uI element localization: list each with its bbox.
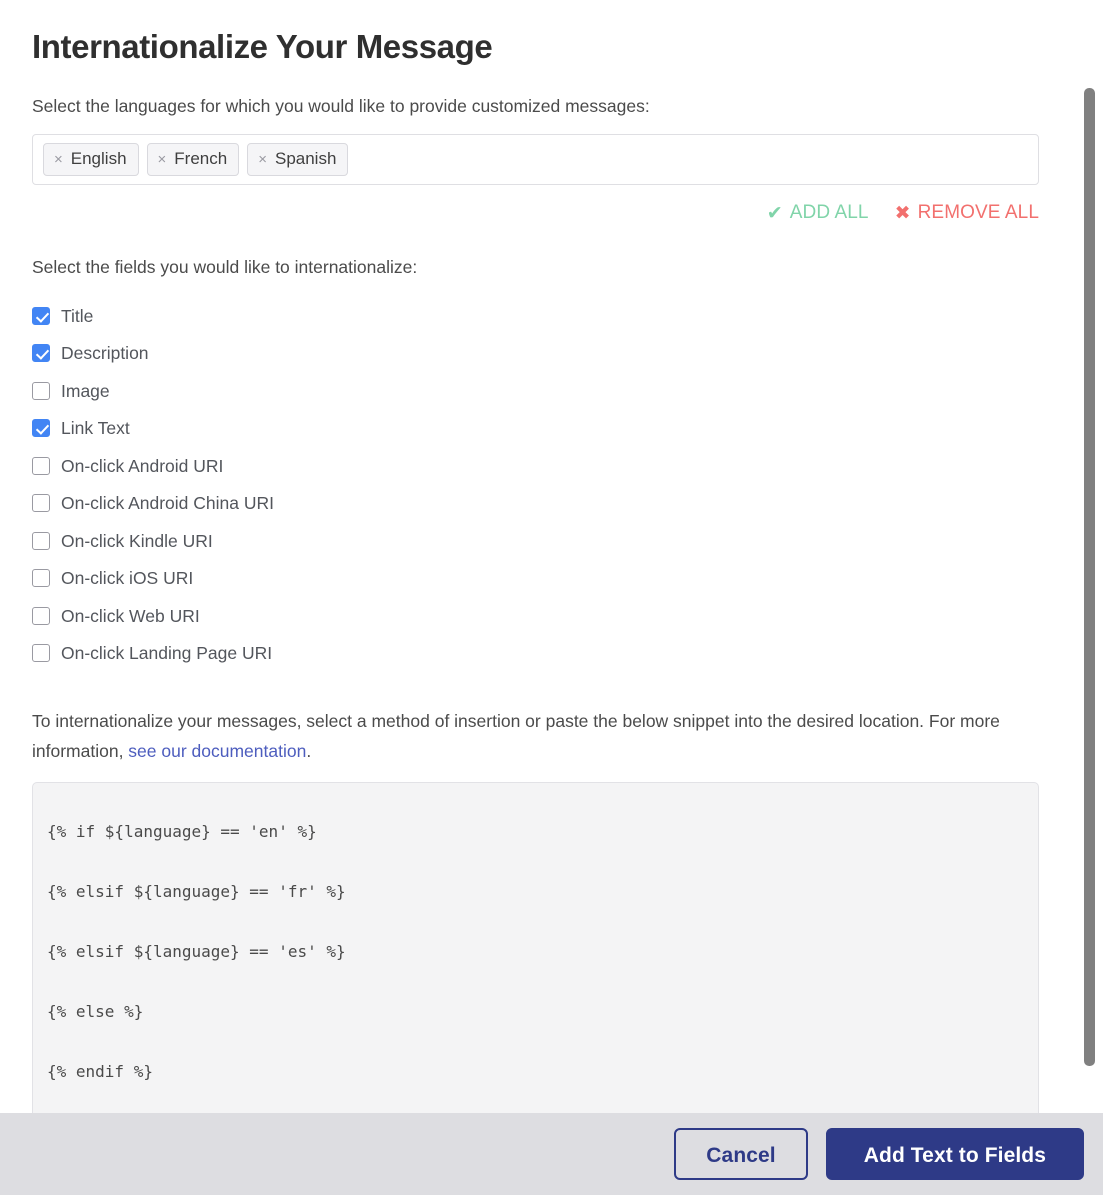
remove-all-label: REMOVE ALL <box>917 202 1039 223</box>
code-line: {% elsif ${language} == 'fr' %} <box>47 882 346 901</box>
checkbox-unchecked-icon[interactable] <box>32 494 50 513</box>
modal-content: Internationalize Your Message Select the… <box>0 0 1071 1113</box>
field-checkbox-label: On-click Android URI <box>61 455 224 476</box>
field-checkbox-label: On-click Web URI <box>61 605 200 626</box>
field-checkbox-row[interactable]: On-click iOS URI <box>32 560 1039 598</box>
checkbox-unchecked-icon[interactable] <box>32 569 50 588</box>
add-all-label: ADD ALL <box>789 202 869 223</box>
instructions-after-link: . <box>306 741 312 761</box>
field-checkbox-row[interactable]: On-click Web URI <box>32 597 1039 635</box>
remove-chip-icon[interactable]: × <box>54 152 63 167</box>
code-line: {% elsif ${language} == 'es' %} <box>47 942 346 961</box>
field-checkbox-label: Image <box>61 380 110 401</box>
checkbox-checked-icon[interactable] <box>32 344 50 363</box>
checkbox-unchecked-icon[interactable] <box>32 456 50 475</box>
field-checkbox-row[interactable]: On-click Landing Page URI <box>32 635 1039 673</box>
checkbox-unchecked-icon[interactable] <box>32 531 50 550</box>
bulk-actions: ✔ ADD ALL ✖ REMOVE ALL <box>32 201 1039 225</box>
page-title: Internationalize Your Message <box>32 28 493 65</box>
field-checkbox-row[interactable]: Image <box>32 372 1039 410</box>
add-all-button[interactable]: ✔ ADD ALL <box>767 201 869 225</box>
checkbox-unchecked-icon[interactable] <box>32 381 50 400</box>
code-snippet[interactable]: {% if ${language} == 'en' %} {% elsif ${l… <box>32 782 1039 1113</box>
languages-prompt: Select the languages for which you would… <box>32 96 650 116</box>
field-checkbox-label: On-click Kindle URI <box>61 530 213 551</box>
field-checkbox-label: Link Text <box>61 418 130 439</box>
language-chip-label: English <box>70 149 127 168</box>
instructions-text: To internationalize your messages, selec… <box>32 706 1022 766</box>
remove-chip-icon[interactable]: × <box>258 152 267 167</box>
field-checkbox-row[interactable]: On-click Android URI <box>32 447 1039 485</box>
language-chip-french[interactable]: × French <box>146 143 240 176</box>
field-checkbox-label: On-click Android China URI <box>61 493 274 514</box>
language-chip-spanish[interactable]: × Spanish <box>247 143 349 176</box>
language-chip-label: French <box>174 149 228 168</box>
code-line: {% endif %} <box>47 1062 153 1081</box>
field-checkbox-row[interactable]: On-click Kindle URI <box>32 522 1039 560</box>
field-checkbox-list: Title Description Image Link Text On-click A… <box>32 297 1039 672</box>
close-icon: ✖ <box>894 202 911 224</box>
field-checkbox-row[interactable]: On-click Android China URI <box>32 485 1039 523</box>
documentation-link[interactable]: see our documentation <box>128 741 306 761</box>
remove-all-button[interactable]: ✖ REMOVE ALL <box>895 201 1039 225</box>
field-checkbox-row[interactable]: Link Text <box>32 410 1039 448</box>
field-checkbox-row[interactable]: Description <box>32 335 1039 373</box>
checkbox-unchecked-icon[interactable] <box>32 606 50 625</box>
scrollbar-thumb[interactable] <box>1084 88 1095 1066</box>
modal-footer: Cancel Add Text to Fields <box>0 1113 1103 1195</box>
language-chip-english[interactable]: × English <box>43 143 139 176</box>
field-checkbox-label: Title <box>61 305 94 326</box>
code-line: {% if ${language} == 'en' %} <box>47 822 317 841</box>
checkbox-unchecked-icon[interactable] <box>32 644 50 663</box>
code-line: {% else %} <box>47 1002 144 1021</box>
field-checkbox-label: On-click iOS URI <box>61 568 194 589</box>
fields-prompt: Select the fields you would like to inte… <box>32 257 418 277</box>
field-checkbox-label: On-click Landing Page URI <box>61 643 273 664</box>
checkbox-checked-icon[interactable] <box>32 306 50 325</box>
add-text-to-fields-button[interactable]: Add Text to Fields <box>825 1128 1084 1180</box>
cancel-button[interactable]: Cancel <box>674 1128 808 1180</box>
check-icon: ✔ <box>766 202 783 224</box>
scrollbar-track[interactable] <box>1084 0 1098 1113</box>
field-checkbox-label: Description <box>61 343 149 364</box>
language-multiselect[interactable]: × English × French × Spanish <box>32 134 1039 185</box>
field-checkbox-row[interactable]: Title <box>32 297 1039 335</box>
language-chip-label: Spanish <box>274 149 337 168</box>
modal-body: Internationalize Your Message Select the… <box>0 0 1103 1113</box>
remove-chip-icon[interactable]: × <box>158 152 167 167</box>
checkbox-checked-icon[interactable] <box>32 419 50 438</box>
